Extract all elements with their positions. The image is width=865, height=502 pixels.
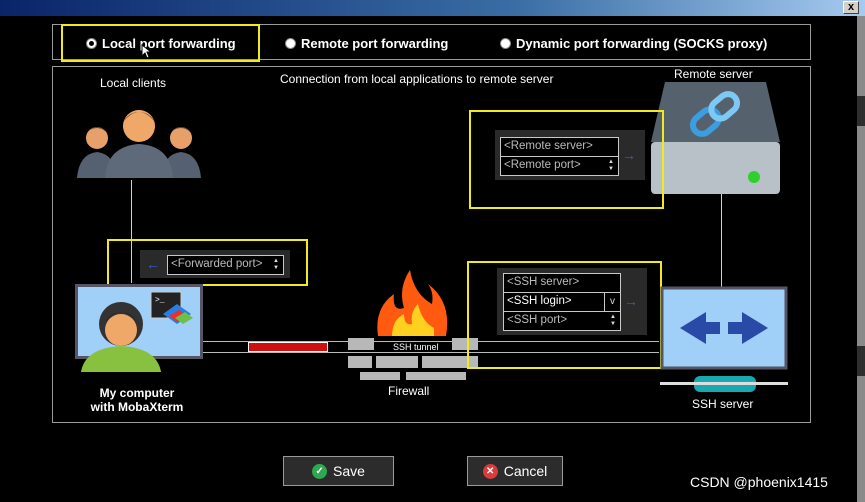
ssh-server-icon xyxy=(660,286,788,392)
chevron-down-icon[interactable]: v xyxy=(604,293,620,311)
remote-server-placeholder: <Remote server> xyxy=(504,140,593,152)
forwarded-port-input[interactable]: <Forwarded port> ▲ ▼ xyxy=(167,255,284,275)
remote-port-input[interactable]: <Remote port> ▲ ▼ xyxy=(500,156,619,176)
spinner-icon[interactable]: ▲ ▼ xyxy=(272,258,280,272)
right-scroll-strip xyxy=(857,16,865,502)
radio-local-port-forwarding[interactable]: Local port forwarding xyxy=(86,35,236,51)
radio-label: Dynamic port forwarding (SOCKS proxy) xyxy=(516,35,768,51)
watermark-text: CSDN @phoenix1415 xyxy=(690,474,828,490)
forwarded-port-placeholder: <Forwarded port> xyxy=(171,258,263,270)
diagram-description: Connection from local applications to re… xyxy=(280,72,554,86)
radio-selected-icon xyxy=(86,37,97,49)
firewall-icon xyxy=(348,270,478,380)
ssh-port-input[interactable]: <SSH port> ▲ ▼ xyxy=(503,311,621,331)
local-clients-label: Local clients xyxy=(100,76,167,90)
remote-server-label: Remote server xyxy=(674,67,753,81)
strip-notch xyxy=(857,96,865,126)
svg-text:>_: >_ xyxy=(155,296,165,305)
arrow-right-icon: → xyxy=(624,293,638,309)
spinner-icon[interactable]: ▲ ▼ xyxy=(607,159,615,173)
radio-remote-port-forwarding[interactable]: Remote port forwarding xyxy=(285,35,448,51)
spinner-icon[interactable]: ▲ ▼ xyxy=(609,314,617,328)
radio-dynamic-port-forwarding[interactable]: Dynamic port forwarding (SOCKS proxy) xyxy=(500,35,767,51)
ssh-server-label: SSH server xyxy=(692,397,754,411)
my-computer-label: My computer xyxy=(99,386,175,400)
connector-line xyxy=(721,194,722,288)
ssh-login-select[interactable]: <SSH login> v xyxy=(503,292,621,312)
local-clients-icon xyxy=(77,110,201,178)
user-avatar-icon: >_ xyxy=(81,291,193,372)
radio-label: Local port forwarding xyxy=(102,35,236,51)
mouse-cursor-icon xyxy=(141,44,151,59)
window-close-button[interactable]: x xyxy=(843,1,859,14)
ssh-login-value: <SSH login> xyxy=(507,295,572,307)
remote-port-placeholder: <Remote port> xyxy=(504,159,581,171)
firewall-label: Firewall xyxy=(388,384,430,398)
cancel-button-label: Cancel xyxy=(503,463,548,479)
cancel-button[interactable]: ✕ Cancel xyxy=(467,456,563,486)
save-button-label: Save xyxy=(333,463,365,479)
ssh-server-input[interactable]: <SSH server> xyxy=(503,273,621,293)
ssh-port-placeholder: <SSH port> xyxy=(507,314,568,326)
remote-server-icon xyxy=(651,82,780,194)
strip-notch xyxy=(857,346,865,376)
check-icon: ✓ xyxy=(312,463,328,479)
radio-unselected-icon xyxy=(285,37,296,49)
arrow-right-icon: → xyxy=(622,147,636,163)
tunnel-traffic-indicator xyxy=(248,342,328,352)
close-icon: ✕ xyxy=(482,463,498,479)
radio-unselected-icon xyxy=(500,37,511,49)
remote-server-input[interactable]: <Remote server> xyxy=(500,137,619,157)
save-button[interactable]: ✓ Save xyxy=(283,456,394,486)
radio-label: Remote port forwarding xyxy=(301,35,449,51)
ssh-server-placeholder: <SSH server> xyxy=(507,276,580,288)
mobaxterm-label: with MobaXterm xyxy=(90,400,184,414)
window-title-bar: x xyxy=(0,0,865,16)
arrow-left-icon: ← xyxy=(146,256,160,272)
